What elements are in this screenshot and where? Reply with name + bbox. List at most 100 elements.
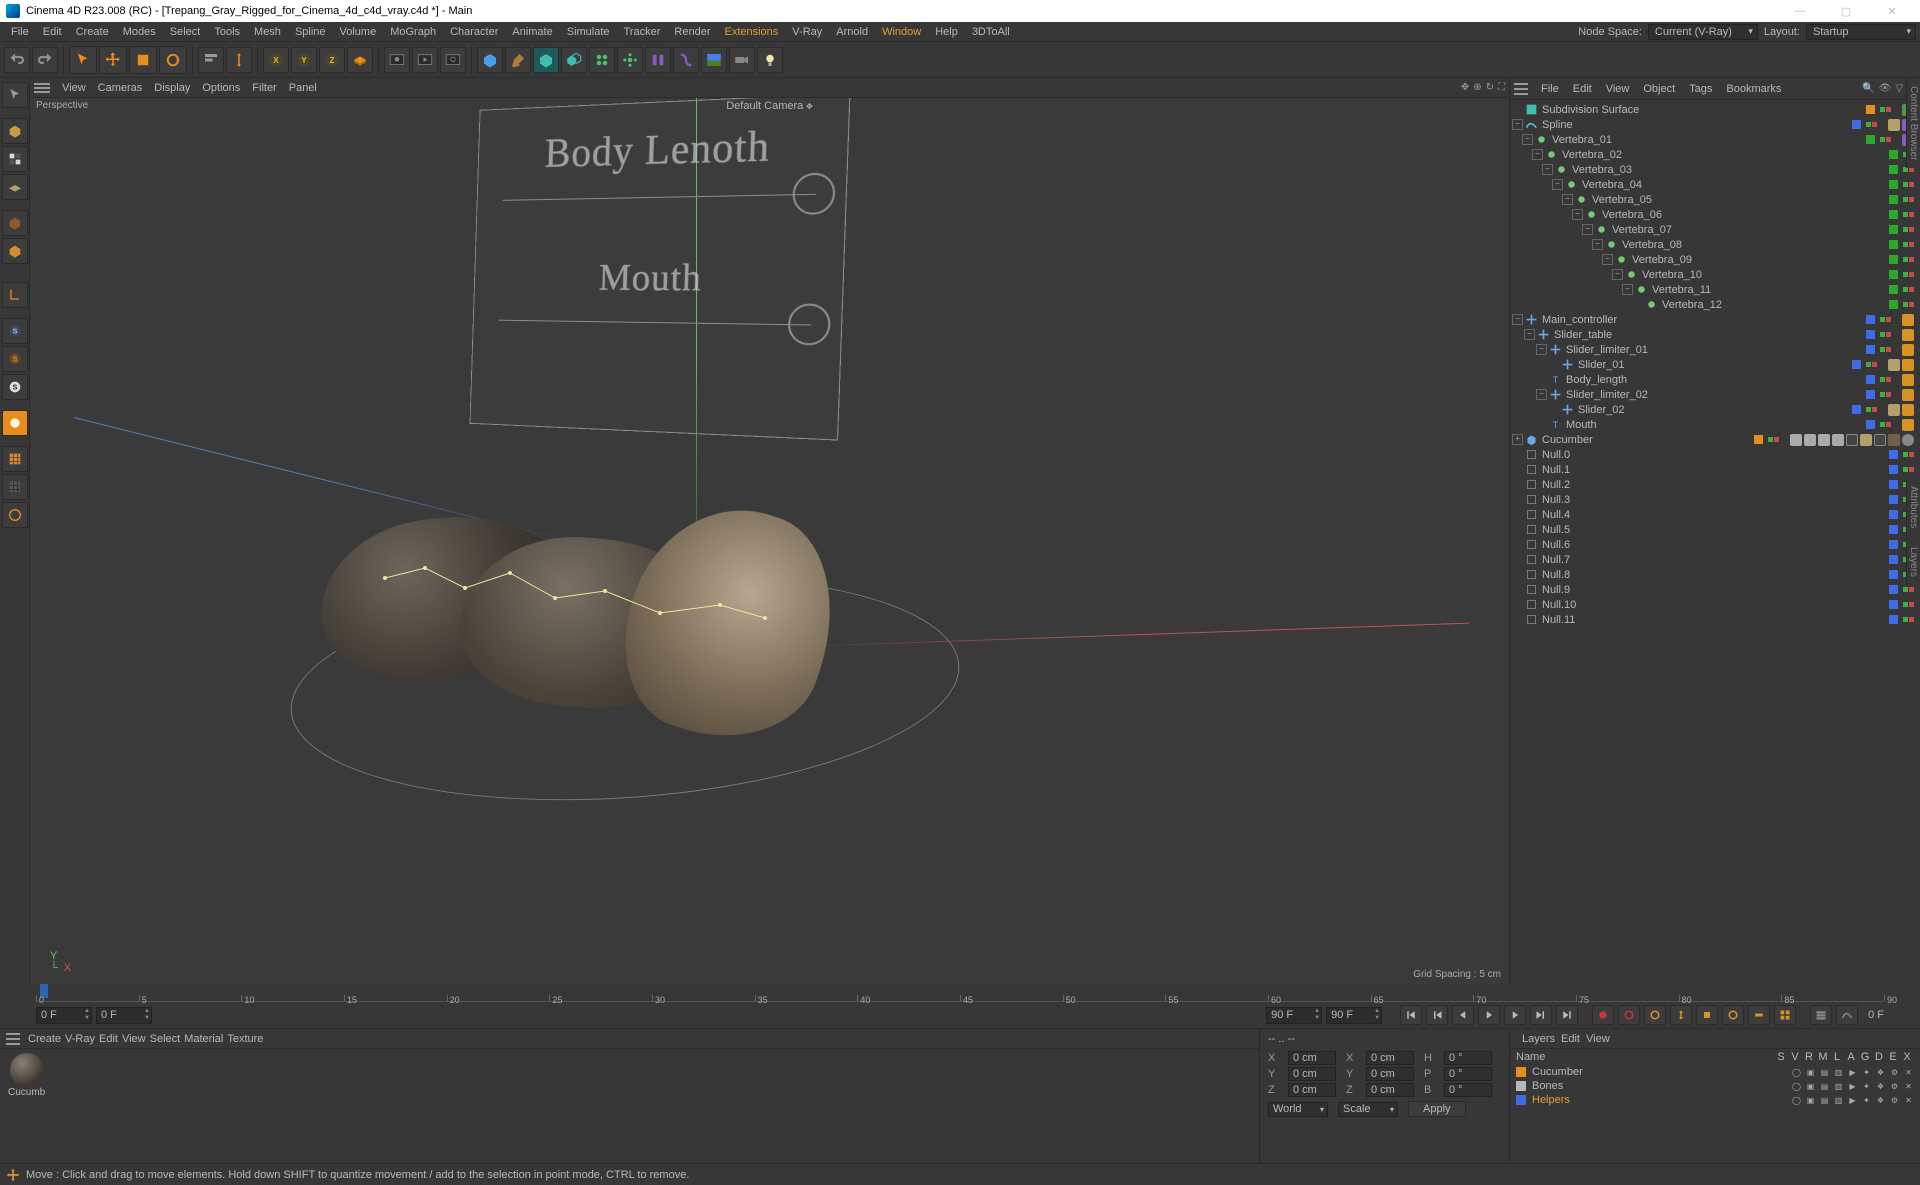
model-mode-icon[interactable] <box>2 118 28 144</box>
mm-select[interactable]: Select <box>150 1033 181 1045</box>
obj-row-v07[interactable]: −Vertebra_07 <box>1510 222 1920 237</box>
vp-nav1-icon[interactable]: ✥ <box>1461 82 1469 93</box>
menu-window[interactable]: Window <box>875 24 928 40</box>
coord-pz[interactable]: 0 cm <box>1288 1083 1336 1097</box>
last-tool-button[interactable] <box>198 47 224 73</box>
next-key-button[interactable] <box>1530 1005 1552 1025</box>
autokey-button[interactable] <box>1618 1005 1640 1025</box>
mm-create[interactable]: Create <box>28 1033 61 1045</box>
mm-texture[interactable]: Texture <box>227 1033 263 1045</box>
obj-row-v06[interactable]: −Vertebra_06 <box>1510 207 1920 222</box>
pen-tool-button[interactable] <box>505 47 531 73</box>
coord-sy[interactable]: 0 cm <box>1366 1067 1414 1081</box>
render-settings-button[interactable] <box>440 47 466 73</box>
render-pv-button[interactable] <box>412 47 438 73</box>
effector-button[interactable] <box>617 47 643 73</box>
om-menu-view[interactable]: View <box>1601 82 1635 96</box>
lm-view[interactable]: View <box>1586 1033 1610 1045</box>
workplane-mode-icon[interactable] <box>2 174 28 200</box>
obj-row-null3[interactable]: Null.3 <box>1510 492 1920 507</box>
vp-nav4-icon[interactable]: ⛶ <box>1498 82 1505 93</box>
mm-view[interactable]: View <box>122 1033 146 1045</box>
coord-p[interactable]: 0 ° <box>1444 1067 1492 1081</box>
snap-icon[interactable]: S <box>2 318 28 344</box>
render-view-button[interactable] <box>384 47 410 73</box>
cucumber-mesh[interactable] <box>320 478 840 758</box>
material-thumb[interactable]: Cucumb <box>0 1049 1259 1098</box>
z-axis-button[interactable]: Z <box>319 47 345 73</box>
om-menu-tags[interactable]: Tags <box>1684 82 1717 96</box>
coord-system-button[interactable] <box>347 47 373 73</box>
snap3-icon[interactable]: S <box>2 374 28 400</box>
play-button[interactable] <box>1478 1005 1500 1025</box>
obj-row-v04[interactable]: −Vertebra_04 <box>1510 177 1920 192</box>
obj-row-null2[interactable]: Null.2 <box>1510 477 1920 492</box>
edge-mode-icon[interactable] <box>2 238 28 264</box>
point-mode-icon[interactable] <box>2 210 28 236</box>
menu-edit[interactable]: Edit <box>36 24 69 40</box>
om-filter-icon[interactable]: ▽ <box>1895 83 1903 94</box>
obj-row-mouth[interactable]: TMouth <box>1510 417 1920 432</box>
obj-row-null8[interactable]: Null.8 <box>1510 567 1920 582</box>
menu-extensions[interactable]: Extensions <box>717 24 785 40</box>
cursor-lt-icon[interactable] <box>2 82 28 108</box>
obj-row-slim2[interactable]: −Slider_limiter_02 <box>1510 387 1920 402</box>
goto-start-button[interactable] <box>1400 1005 1422 1025</box>
deformer-button[interactable] <box>673 47 699 73</box>
record-button[interactable] <box>1592 1005 1614 1025</box>
om-eye-icon[interactable]: 👁 <box>1879 83 1892 94</box>
y-axis-button[interactable]: Y <box>291 47 317 73</box>
obj-row-null10[interactable]: Null.10 <box>1510 597 1920 612</box>
tab-content-browser[interactable]: Content Browser <box>1906 78 1920 168</box>
vpmenu-cameras[interactable]: Cameras <box>92 81 149 95</box>
obj-row-v01[interactable]: −Vertebra_01 <box>1510 132 1920 147</box>
key-grid-button[interactable] <box>1774 1005 1796 1025</box>
vp-nav2-icon[interactable]: ⊕ <box>1473 82 1481 93</box>
obj-row-v11[interactable]: −Vertebra_11 <box>1510 282 1920 297</box>
coord-world-select[interactable]: World <box>1268 1102 1328 1117</box>
obj-row-null1[interactable]: Null.1 <box>1510 462 1920 477</box>
coord-scale-select[interactable]: Scale <box>1338 1102 1398 1117</box>
obj-row-slim1[interactable]: −Slider_limiter_01 <box>1510 342 1920 357</box>
mouth-knob[interactable] <box>787 303 831 345</box>
range-end1[interactable]: 90 F▲▼ <box>1266 1007 1322 1024</box>
vpmenu-options[interactable]: Options <box>196 81 246 95</box>
obj-row-v08[interactable]: −Vertebra_08 <box>1510 237 1920 252</box>
rotate-tool[interactable] <box>159 46 187 74</box>
vpmenu-view[interactable]: View <box>56 81 92 95</box>
obj-row-null6[interactable]: Null.6 <box>1510 537 1920 552</box>
range-start2[interactable]: 0 F▲▼ <box>96 1007 152 1024</box>
obj-row-null5[interactable]: Null.5 <box>1510 522 1920 537</box>
key-pos-button[interactable] <box>1670 1005 1692 1025</box>
coord-sx[interactable]: 0 cm <box>1366 1051 1414 1065</box>
obj-row-null9[interactable]: Null.9 <box>1510 582 1920 597</box>
timeline-fcurve-button[interactable] <box>1836 1005 1858 1025</box>
axis-l-icon[interactable] <box>2 282 28 308</box>
menu-volume[interactable]: Volume <box>333 24 384 40</box>
om-menu-bookmarks[interactable]: Bookmarks <box>1721 82 1786 96</box>
om-menu-object[interactable]: Object <box>1638 82 1680 96</box>
coord-h[interactable]: 0 ° <box>1444 1051 1492 1065</box>
cube-primitive-button[interactable] <box>477 47 503 73</box>
obj-row-slider2[interactable]: Slider_02 <box>1510 402 1920 417</box>
scale-tool[interactable] <box>129 46 157 74</box>
key-scale-button[interactable] <box>1696 1005 1718 1025</box>
grid2-icon[interactable] <box>2 474 28 500</box>
axis-move-button[interactable] <box>226 47 252 73</box>
x-axis-button[interactable]: X <box>263 47 289 73</box>
circle-icon[interactable] <box>2 502 28 528</box>
coord-sz[interactable]: 0 cm <box>1366 1083 1414 1097</box>
layer-row-cucumber[interactable]: Cucumber◯▣▤▥▶✦❖⚙✕ <box>1510 1065 1920 1079</box>
obj-row-subdiv[interactable]: Subdivision Surface <box>1510 102 1920 117</box>
select-tool[interactable] <box>69 46 97 74</box>
layer-row-helpers[interactable]: Helpers◯▣▤▥▶✦❖⚙✕ <box>1510 1093 1920 1107</box>
menu-render[interactable]: Render <box>667 24 717 40</box>
obj-row-null7[interactable]: Null.7 <box>1510 552 1920 567</box>
mm-edit[interactable]: Edit <box>99 1033 118 1045</box>
menu-help[interactable]: Help <box>928 24 965 40</box>
range-start1[interactable]: 0 F▲▼ <box>36 1007 92 1024</box>
menu-animate[interactable]: Animate <box>505 24 559 40</box>
mograph-button[interactable] <box>589 47 615 73</box>
field-button[interactable] <box>645 47 671 73</box>
menu-vray[interactable]: V-Ray <box>785 24 829 40</box>
